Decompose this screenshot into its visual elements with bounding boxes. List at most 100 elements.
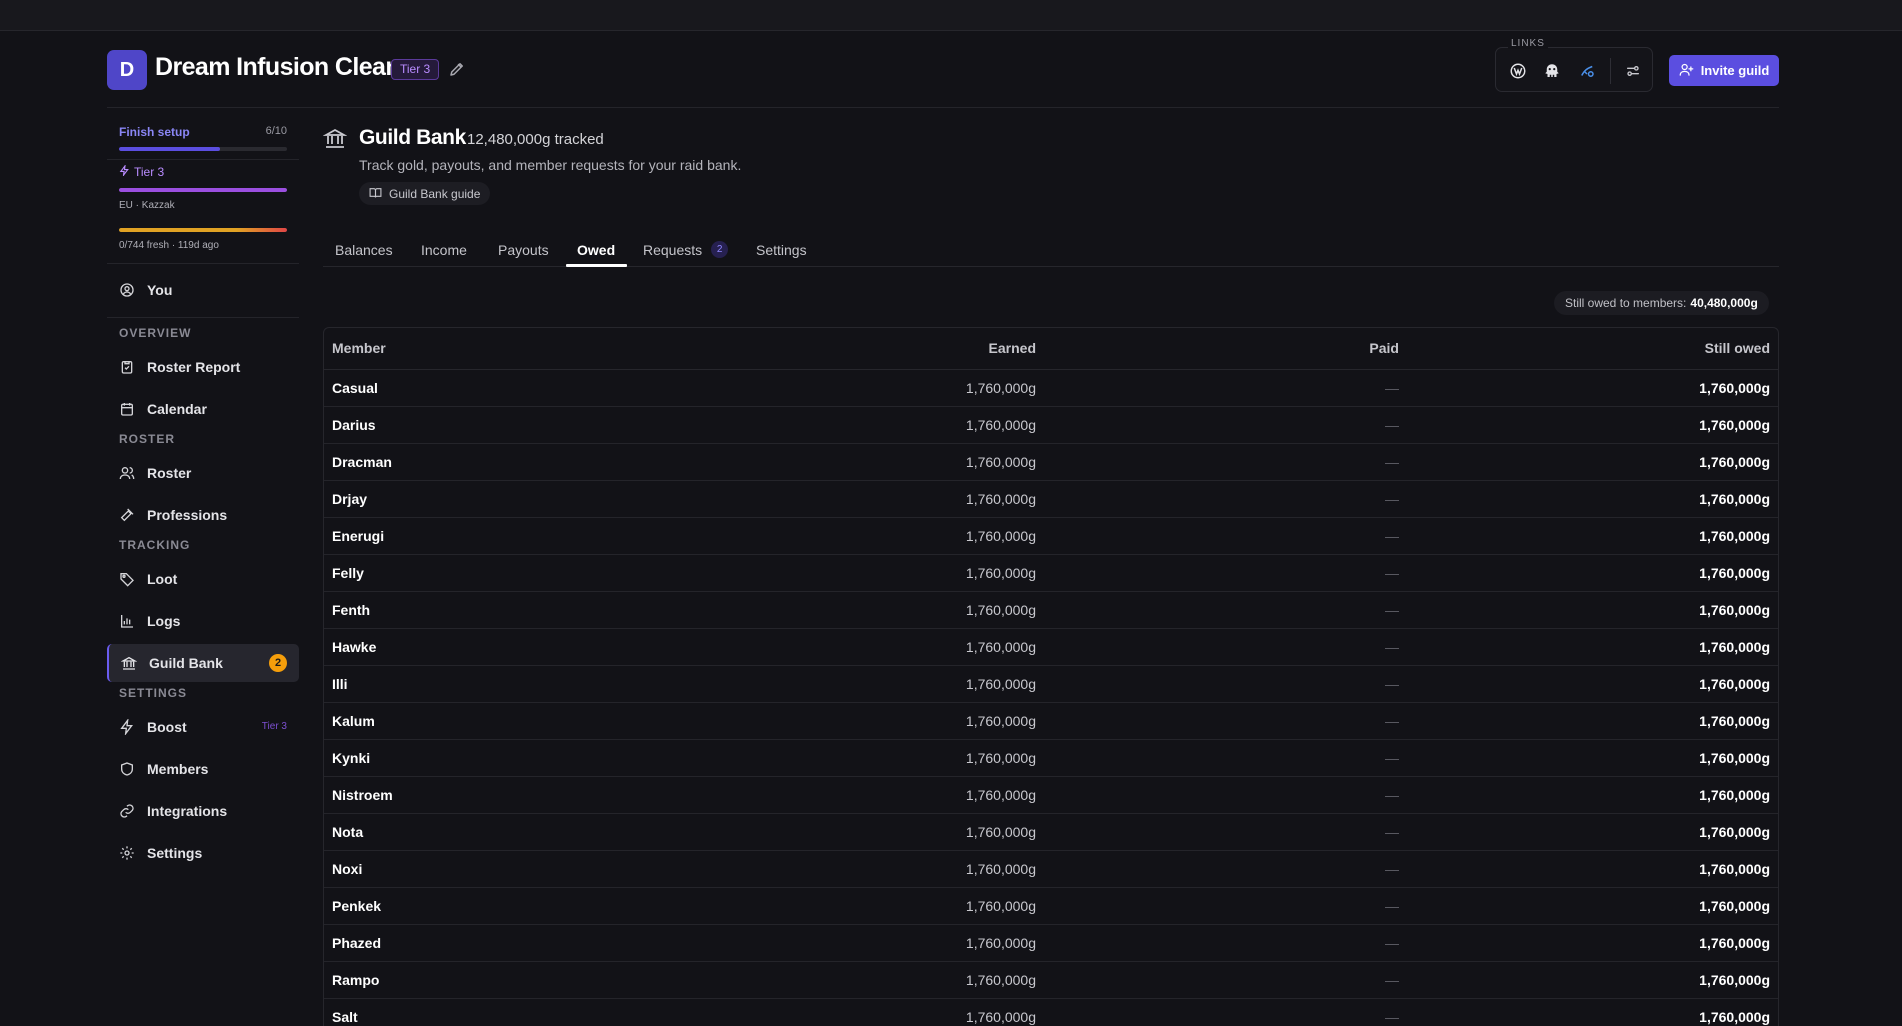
divider [107, 317, 299, 318]
table-row[interactable]: Darius 1,760,000g —1,760,000g [324, 406, 1778, 444]
cell-paid: — [1044, 924, 1407, 962]
table-row[interactable]: Enerugi 1,760,000g —1,760,000g [324, 517, 1778, 555]
table-row[interactable]: Dracman 1,760,000g —1,760,000g [324, 443, 1778, 481]
owed-table: Member Earned Paid Still owed Casual 1,76… [323, 327, 1779, 1026]
user-plus-icon [1679, 62, 1694, 80]
cell-paid: — [1044, 739, 1407, 777]
cell-paid: — [1044, 628, 1407, 666]
nav-boost-label: Boost [147, 719, 187, 735]
cell-member: Drjay [324, 480, 614, 518]
nav-you[interactable]: You [107, 271, 299, 309]
table-row[interactable]: Phazed 1,760,000g —1,760,000g [324, 924, 1778, 962]
cell-member: Nistroem [324, 776, 614, 814]
cell-earned: 1,760,000g [614, 480, 1044, 518]
cell-paid: — [1044, 887, 1407, 925]
section-tracking: TRACKING [119, 538, 191, 552]
nav-boost[interactable]: Boost Tier 3 [107, 708, 299, 746]
cell-paid: — [1044, 443, 1407, 481]
col-paid-header[interactable]: Paid [1044, 328, 1407, 370]
table-row[interactable]: Nota 1,760,000g —1,760,000g [324, 813, 1778, 851]
tab-settings[interactable]: Settings [756, 232, 807, 267]
cell-owed: 1,760,000g [1407, 924, 1778, 962]
cell-earned: 1,760,000g [614, 517, 1044, 555]
table-row[interactable]: Penkek 1,760,000g —1,760,000g [324, 887, 1778, 925]
tab-owed[interactable]: Owed [577, 232, 615, 267]
col-earned-header[interactable]: Earned [614, 328, 1044, 370]
nav-integrations[interactable]: Integrations [107, 792, 299, 830]
table-row[interactable]: Kynki 1,760,000g —1,760,000g [324, 739, 1778, 777]
tier-status[interactable]: Tier 3 [119, 163, 164, 179]
cell-owed: 1,760,000g [1407, 591, 1778, 629]
cell-earned: 1,760,000g [614, 850, 1044, 888]
nav-settings[interactable]: Settings [107, 834, 299, 872]
nav-guild-bank-label: Guild Bank [149, 655, 223, 671]
guild-header: D Dream Infusion Clean Tier 3 LINKS Invi… [107, 38, 1779, 108]
nav-members[interactable]: Members [107, 750, 299, 788]
table-row[interactable]: Drjay 1,760,000g —1,760,000g [324, 480, 1778, 518]
invite-guild-label: Invite guild [1700, 63, 1770, 78]
table-row[interactable]: Rampo 1,760,000g —1,760,000g [324, 961, 1778, 999]
tracked-total: 12,480,000g tracked [467, 131, 604, 148]
cell-paid: — [1044, 406, 1407, 444]
owed-summary-label: Still owed to members: [1565, 296, 1687, 310]
nav-roster-report-label: Roster Report [147, 359, 241, 375]
table-row[interactable]: Kalum 1,760,000g —1,760,000g [324, 702, 1778, 740]
cell-member: Noxi [324, 850, 614, 888]
table-row[interactable]: Salt 1,760,000g —1,760,000g [324, 998, 1778, 1026]
calendar-icon [119, 401, 135, 417]
nav-roster[interactable]: Roster [107, 454, 299, 492]
invite-guild-button[interactable]: Invite guild [1669, 55, 1779, 86]
tab-payouts[interactable]: Payouts [498, 232, 549, 267]
cell-member: Enerugi [324, 517, 614, 555]
user-circle-icon [119, 282, 135, 298]
raiderio-icon[interactable] [1574, 58, 1600, 84]
nav-guild-bank[interactable]: Guild Bank 2 [107, 644, 299, 682]
cell-member: Casual [324, 369, 614, 407]
tab-requests[interactable]: Requests 2 [643, 232, 729, 267]
nav-roster-label: Roster [147, 465, 192, 481]
cell-earned: 1,760,000g [614, 961, 1044, 999]
requests-count-badge: 2 [711, 241, 729, 258]
links-label: LINKS [1508, 38, 1548, 49]
nav-calendar-label: Calendar [147, 401, 207, 417]
table-row[interactable]: Casual 1,760,000g —1,760,000g [324, 369, 1778, 407]
nav-roster-report[interactable]: Roster Report [107, 348, 299, 386]
freshness-bar [119, 228, 287, 232]
nav-calendar[interactable]: Calendar [107, 390, 299, 428]
tab-income[interactable]: Income [421, 232, 467, 267]
cell-owed: 1,760,000g [1407, 406, 1778, 444]
users-icon [119, 465, 135, 481]
cell-paid: — [1044, 591, 1407, 629]
cell-earned: 1,760,000g [614, 369, 1044, 407]
filter-icon[interactable] [1620, 58, 1646, 84]
freshness-status: 0/744 fresh · 119d ago [119, 240, 219, 251]
table-row[interactable]: Nistroem 1,760,000g —1,760,000g [324, 776, 1778, 814]
tag-icon [119, 571, 135, 587]
cell-member: Nota [324, 813, 614, 851]
finish-setup[interactable]: Finish setup 6/10 [119, 125, 287, 139]
table-row[interactable]: Hawke 1,760,000g —1,760,000g [324, 628, 1778, 666]
cell-paid: — [1044, 702, 1407, 740]
nav-loot[interactable]: Loot [107, 560, 299, 598]
col-member-header[interactable]: Member [324, 328, 614, 370]
nav-logs[interactable]: Logs [107, 602, 299, 640]
wowhead-icon[interactable] [1505, 58, 1531, 84]
cell-paid: — [1044, 850, 1407, 888]
edit-icon[interactable] [448, 60, 466, 78]
nav-professions[interactable]: Professions [107, 496, 299, 534]
table-row[interactable]: Noxi 1,760,000g —1,760,000g [324, 850, 1778, 888]
table-row[interactable]: Fenth 1,760,000g —1,760,000g [324, 591, 1778, 629]
cell-owed: 1,760,000g [1407, 517, 1778, 555]
freshness-bar-fill [119, 228, 287, 232]
guild-bank-guide-button[interactable]: Guild Bank guide [359, 182, 491, 205]
table-row[interactable]: Felly 1,760,000g —1,760,000g [324, 554, 1778, 592]
bank-icon [322, 126, 348, 150]
col-still-owed-header[interactable]: Still owed [1407, 328, 1778, 370]
owed-summary: Still owed to members: 40,480,000g [1554, 291, 1769, 315]
tab-balances[interactable]: Balances [335, 232, 393, 267]
nav-loot-label: Loot [147, 571, 178, 587]
cell-owed: 1,760,000g [1407, 443, 1778, 481]
cell-owed: 1,760,000g [1407, 813, 1778, 851]
raidbots-icon[interactable] [1539, 58, 1565, 84]
table-row[interactable]: Illi 1,760,000g —1,760,000g [324, 665, 1778, 703]
